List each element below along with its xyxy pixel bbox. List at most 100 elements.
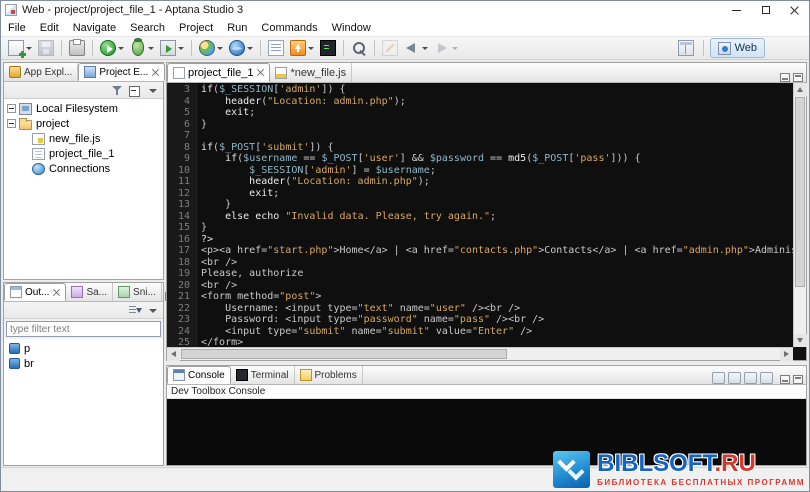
debug-button[interactable] <box>128 38 156 58</box>
line-number[interactable]: 4 <box>167 96 197 108</box>
scroll-lock-icon[interactable] <box>728 372 741 384</box>
line-number[interactable]: 22 <box>167 303 197 315</box>
outline-tab-sa[interactable]: Sa... <box>66 283 113 301</box>
code-line[interactable]: 4 header("Location: admin.php"); <box>167 96 793 108</box>
forward-button[interactable] <box>432 38 460 58</box>
format-button[interactable] <box>266 38 286 58</box>
line-number[interactable]: 23 <box>167 314 197 326</box>
console-tab-problems[interactable]: Problems <box>295 366 363 384</box>
code-line[interactable]: 13 } <box>167 199 793 211</box>
outline-tab-sni[interactable]: Sni... <box>113 283 162 301</box>
code-line[interactable]: 15} <box>167 222 793 234</box>
outline-tab-out[interactable]: Out... <box>4 283 66 301</box>
menu-search[interactable]: Search <box>123 19 172 36</box>
line-number[interactable]: 19 <box>167 268 197 280</box>
line-number[interactable]: 9 <box>167 153 197 165</box>
perspective-web-button[interactable]: Web <box>710 38 765 58</box>
code-line[interactable]: 22 Username: <input type="text" name="us… <box>167 303 793 315</box>
menu-project[interactable]: Project <box>172 19 220 36</box>
code-line[interactable]: 5 exit; <box>167 107 793 119</box>
tree-item-new-file-js[interactable]: new_file.js <box>4 131 163 146</box>
menu-edit[interactable]: Edit <box>33 19 66 36</box>
editor-horizontal-scrollbar[interactable] <box>167 347 793 360</box>
line-number[interactable]: 5 <box>167 107 197 119</box>
line-number[interactable]: 10 <box>167 165 197 177</box>
code-line[interactable]: 16?> <box>167 234 793 246</box>
minimize-view-icon[interactable] <box>780 375 790 384</box>
menu-file[interactable]: File <box>1 19 33 36</box>
code-line[interactable]: 12 exit; <box>167 188 793 200</box>
print-button[interactable] <box>67 38 87 58</box>
collapse-all-icon[interactable] <box>128 84 142 97</box>
tree-item-connections[interactable]: Connections <box>4 161 163 176</box>
line-number[interactable]: 8 <box>167 142 197 154</box>
filter-icon[interactable] <box>110 84 124 97</box>
code-line[interactable]: 10 $_SESSION['admin'] = $username; <box>167 165 793 177</box>
menu-commands[interactable]: Commands <box>254 19 324 36</box>
scroll-up-icon[interactable] <box>794 83 807 96</box>
terminal-button[interactable] <box>318 38 338 58</box>
code-editor[interactable]: 3if($_SESSION['admin']) {4 header("Locat… <box>167 83 793 347</box>
scroll-right-icon[interactable] <box>780 348 793 361</box>
code-line[interactable]: 11 header("Location: admin.php"); <box>167 176 793 188</box>
maximize-button[interactable] <box>751 1 780 19</box>
sort-icon[interactable] <box>128 304 142 317</box>
tree-item-project[interactable]: project <box>4 116 163 131</box>
line-number[interactable]: 25 <box>167 337 197 347</box>
last-edit-location-button[interactable] <box>380 38 400 58</box>
outline-item-br[interactable]: br <box>4 356 163 371</box>
code-line[interactable]: 19Please, authorize <box>167 268 793 280</box>
console-tab-console[interactable]: Console <box>167 366 231 384</box>
tree-item-project-file-1[interactable]: project_file_1 <box>4 146 163 161</box>
minimize-view-icon[interactable] <box>780 73 790 82</box>
line-number[interactable]: 17 <box>167 245 197 257</box>
line-number[interactable]: 15 <box>167 222 197 234</box>
preview-button[interactable] <box>227 38 255 58</box>
line-number[interactable]: 6 <box>167 119 197 131</box>
search-button[interactable] <box>349 38 369 58</box>
line-number[interactable]: 7 <box>167 130 197 142</box>
horizontal-scroll-thumb[interactable] <box>181 349 507 359</box>
editor-vertical-scrollbar[interactable] <box>793 83 806 347</box>
view-menu-icon[interactable] <box>146 304 160 317</box>
line-number[interactable]: 21 <box>167 291 197 303</box>
menu-run[interactable]: Run <box>220 19 254 36</box>
code-line[interactable]: 20<br /> <box>167 280 793 292</box>
new-wizard-button[interactable] <box>6 38 34 58</box>
publish-button[interactable] <box>288 38 316 58</box>
code-line[interactable]: 9 if($username == $_POST['user'] && $pas… <box>167 153 793 165</box>
code-line[interactable]: 3if($_SESSION['admin']) { <box>167 84 793 96</box>
menu-navigate[interactable]: Navigate <box>66 19 123 36</box>
view-menu-icon[interactable] <box>146 84 160 97</box>
code-line[interactable]: 7 <box>167 130 793 142</box>
open-perspective-button[interactable] <box>676 38 696 58</box>
console-tab-terminal[interactable]: Terminal <box>231 366 295 384</box>
line-number[interactable]: 18 <box>167 257 197 269</box>
line-number[interactable]: 14 <box>167 211 197 223</box>
line-number[interactable]: 11 <box>167 176 197 188</box>
maximize-view-icon[interactable] <box>793 375 803 384</box>
maximize-view-icon[interactable] <box>793 73 803 82</box>
tree-item-local-filesystem[interactable]: Local Filesystem <box>4 101 163 116</box>
explorer-tab-app-expl[interactable]: App Expl... <box>4 63 78 81</box>
code-line[interactable]: 21<form method="post"> <box>167 291 793 303</box>
line-number[interactable]: 12 <box>167 188 197 200</box>
code-line[interactable]: 6} <box>167 119 793 131</box>
line-number[interactable]: 3 <box>167 84 197 96</box>
explorer-tab-project-e[interactable]: Project E... <box>78 63 165 81</box>
minimize-button[interactable] <box>722 1 751 19</box>
scroll-down-icon[interactable] <box>794 334 807 347</box>
code-line[interactable]: 24 <input type="submit" name="submit" va… <box>167 326 793 338</box>
external-tools-button[interactable] <box>158 38 186 58</box>
filter-input[interactable] <box>6 321 161 337</box>
expander-icon[interactable] <box>7 119 16 128</box>
editor-tab-project-file-1[interactable]: project_file_1 <box>167 63 270 82</box>
code-line[interactable]: 18<br /> <box>167 257 793 269</box>
line-number[interactable]: 16 <box>167 234 197 246</box>
open-console-icon[interactable] <box>760 372 773 384</box>
tab-close-icon[interactable] <box>257 69 264 76</box>
tab-close-icon[interactable] <box>53 289 60 296</box>
code-line[interactable]: 14 else echo "Invalid data. Please, try … <box>167 211 793 223</box>
pin-console-icon[interactable] <box>744 372 757 384</box>
vertical-scroll-thumb[interactable] <box>795 97 805 287</box>
